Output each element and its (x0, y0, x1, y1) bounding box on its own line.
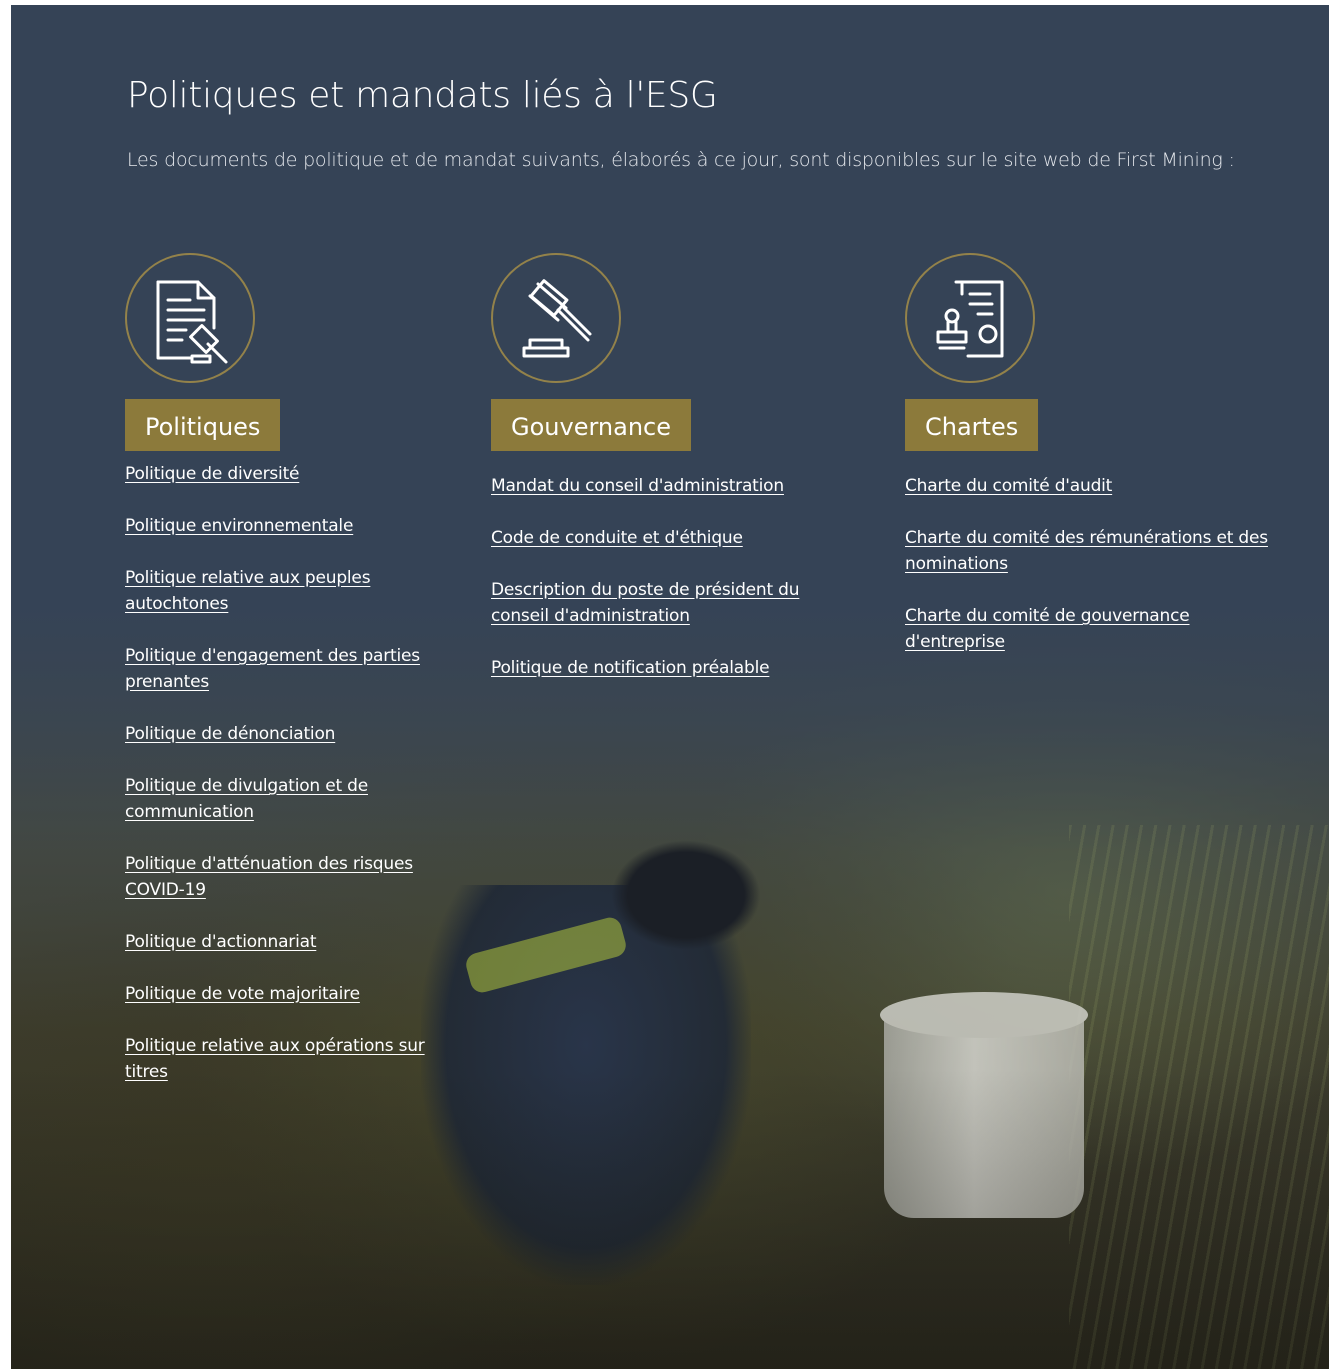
link-notification-prealable[interactable]: Politique de notification préalable (491, 658, 770, 678)
gouvernance-link-list: Mandat du conseil d'administration Code … (491, 473, 811, 681)
list-item: Politique d'engagement des parties prena… (125, 643, 435, 695)
chartes-heading: Chartes (905, 399, 1039, 451)
stamped-charter-icon (905, 253, 1035, 383)
link-politique-operations-titres[interactable]: Politique relative aux opérations sur ti… (125, 1036, 425, 1082)
section-title: Politiques et mandats liés à l'ESG (127, 75, 718, 116)
column-gouvernance: Gouvernance Mandat du conseil d'administ… (491, 253, 811, 707)
list-item: Politique de notification préalable (491, 655, 811, 681)
link-description-poste-president[interactable]: Description du poste de président du con… (491, 580, 800, 626)
list-item: Charte du comité des rémunérations et de… (905, 525, 1275, 577)
link-politique-actionnariat[interactable]: Politique d'actionnariat (125, 932, 316, 952)
link-politique-peuples-autochtones[interactable]: Politique relative aux peuples autochton… (125, 568, 371, 614)
gavel-icon (491, 253, 621, 383)
link-mandat-conseil[interactable]: Mandat du conseil d'administration (491, 476, 784, 496)
politiques-heading: Politiques (125, 399, 281, 451)
politiques-link-list: Politique de diversité Politique environ… (125, 461, 435, 1085)
list-item: Politique de vote majoritaire (125, 981, 435, 1007)
section-intro: Les documents de politique et de mandat … (127, 149, 1235, 171)
link-politique-divulgation[interactable]: Politique de divulgation et de communica… (125, 776, 368, 822)
link-politique-engagement[interactable]: Politique d'engagement des parties prena… (125, 646, 420, 692)
document-gavel-icon (125, 253, 255, 383)
list-item: Charte du comité de gouvernance d'entrep… (905, 603, 1275, 655)
link-charte-remunerations[interactable]: Charte du comité des rémunérations et de… (905, 528, 1268, 574)
list-item: Description du poste de président du con… (491, 577, 811, 629)
list-item: Politique d'atténuation des risques COVI… (125, 851, 435, 903)
list-item: Code de conduite et d'éthique (491, 525, 811, 551)
list-item: Politique environnementale (125, 513, 435, 539)
list-item: Politique relative aux peuples autochton… (125, 565, 435, 617)
esg-policies-section: Politiques et mandats liés à l'ESG Les d… (11, 5, 1329, 1369)
list-item: Politique de divulgation et de communica… (125, 773, 435, 825)
column-chartes: Chartes Charte du comité d'audit Charte … (905, 253, 1275, 681)
link-politique-environnementale[interactable]: Politique environnementale (125, 516, 353, 536)
link-politique-denonciation[interactable]: Politique de dénonciation (125, 724, 335, 744)
column-politiques: Politiques Politique de diversité Politi… (125, 253, 435, 1111)
list-item: Politique relative aux opérations sur ti… (125, 1033, 435, 1085)
list-item: Mandat du conseil d'administration (491, 473, 811, 499)
list-item: Politique d'actionnariat (125, 929, 435, 955)
link-politique-diversite[interactable]: Politique de diversité (125, 464, 299, 484)
link-charte-audit[interactable]: Charte du comité d'audit (905, 476, 1112, 496)
link-charte-gouvernance[interactable]: Charte du comité de gouvernance d'entrep… (905, 606, 1190, 652)
list-item: Charte du comité d'audit (905, 473, 1275, 499)
list-item: Politique de diversité (125, 461, 435, 487)
chartes-link-list: Charte du comité d'audit Charte du comit… (905, 473, 1275, 655)
link-politique-vote[interactable]: Politique de vote majoritaire (125, 984, 360, 1004)
link-politique-covid[interactable]: Politique d'atténuation des risques COVI… (125, 854, 413, 900)
list-item: Politique de dénonciation (125, 721, 435, 747)
link-code-conduite[interactable]: Code de conduite et d'éthique (491, 528, 743, 548)
gouvernance-heading: Gouvernance (491, 399, 691, 451)
